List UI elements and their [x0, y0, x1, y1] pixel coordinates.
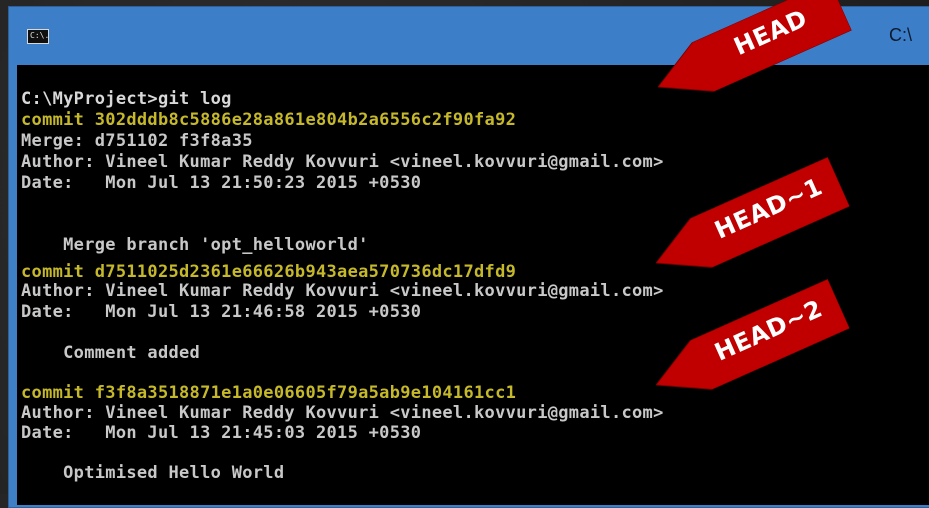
console-line: Optimised Hello World — [21, 463, 285, 483]
console-line: Date: Mon Jul 13 21:50:23 2015 +0530 — [21, 173, 422, 193]
console-line: Merge: d751102 f3f8a35 — [21, 131, 253, 151]
console-line: Merge branch 'opt_helloworld' — [21, 235, 369, 255]
window-title: C:\ — [889, 25, 913, 45]
console-line: Author: Vineel Kumar Reddy Kovvuri <vine… — [21, 281, 664, 301]
console-output[interactable]: C:\MyProject>git log commit 302dddb8c588… — [17, 65, 929, 505]
console-line: Date: Mon Jul 13 21:46:58 2015 +0530 — [21, 302, 422, 322]
console-line: commit f3f8a3518871e1a0e06605f79a5ab9e10… — [21, 383, 517, 403]
console-line: C:\MyProject>git log — [21, 89, 232, 109]
console-line: Date: Mon Jul 13 21:45:03 2015 +0530 — [21, 423, 422, 443]
command-prompt-window: C:\. C:\ C:\MyProject>git log commit 302… — [8, 6, 929, 508]
console-line: Comment added — [21, 343, 201, 363]
console-line: Author: Vineel Kumar Reddy Kovvuri <vine… — [21, 152, 664, 172]
cmd-icon[interactable]: C:\. — [27, 29, 49, 44]
console-line: commit 302dddb8c5886e28a861e804b2a6556c2… — [21, 110, 517, 130]
console-line: commit d7511025d2361e66626b943aea570736d… — [21, 262, 517, 282]
console-line: Author: Vineel Kumar Reddy Kovvuri <vine… — [21, 403, 664, 423]
